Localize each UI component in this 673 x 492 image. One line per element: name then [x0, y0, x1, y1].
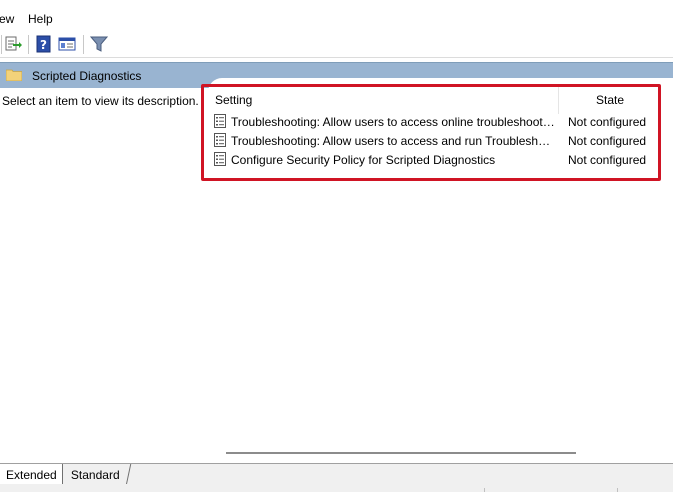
toolbar-separator [28, 35, 29, 54]
export-list-icon[interactable] [4, 35, 22, 53]
tab-standard[interactable]: Standard [63, 464, 132, 484]
settings-list: Setting State Troubleshooting: Allow use… [208, 78, 673, 463]
toolbar-separator [1, 35, 2, 54]
setting-state: Not configured [568, 134, 647, 148]
column-header-state[interactable]: State [596, 93, 624, 107]
column-header-setting[interactable]: Setting [215, 93, 252, 107]
list-item[interactable]: Troubleshooting: Allow users to access o… [208, 112, 673, 131]
node-title: Scripted Diagnostics [32, 69, 142, 83]
folder-icon [5, 69, 23, 82]
horizontal-scrollbar[interactable] [226, 452, 576, 454]
list-item[interactable]: Troubleshooting: Allow users to access a… [208, 131, 673, 150]
setting-name: Configure Security Policy for Scripted D… [231, 153, 496, 167]
status-bar-divider [617, 488, 618, 492]
toolbar-separator [83, 35, 84, 54]
status-bar-divider [484, 488, 485, 492]
help-icon[interactable]: ? [35, 35, 53, 53]
tab-label: Extended [6, 468, 57, 482]
setting-state: Not configured [568, 115, 647, 129]
policy-setting-icon [214, 152, 226, 166]
view-tabs: Extended Standard [0, 463, 673, 492]
setting-name: Troubleshooting: Allow users to access o… [231, 115, 556, 129]
tab-extended[interactable]: Extended [0, 464, 63, 484]
description-text: Select an item to view its description. [2, 94, 199, 108]
setting-state: Not configured [568, 153, 647, 167]
show-hide-console-tree-icon[interactable] [58, 35, 76, 53]
menu-help[interactable]: Help [28, 12, 53, 26]
menu-bar: ew Help [0, 0, 673, 32]
filter-icon[interactable] [89, 35, 109, 53]
policy-setting-icon [214, 114, 226, 128]
svg-text:?: ? [40, 38, 47, 52]
tab-label: Standard [70, 468, 120, 482]
menu-view[interactable]: ew [0, 12, 14, 26]
policy-setting-icon [214, 133, 226, 147]
list-item[interactable]: Configure Security Policy for Scripted D… [208, 150, 673, 169]
column-divider[interactable] [558, 84, 559, 114]
toolbar: ? [0, 32, 673, 58]
setting-name: Troubleshooting: Allow users to access a… [231, 134, 556, 148]
